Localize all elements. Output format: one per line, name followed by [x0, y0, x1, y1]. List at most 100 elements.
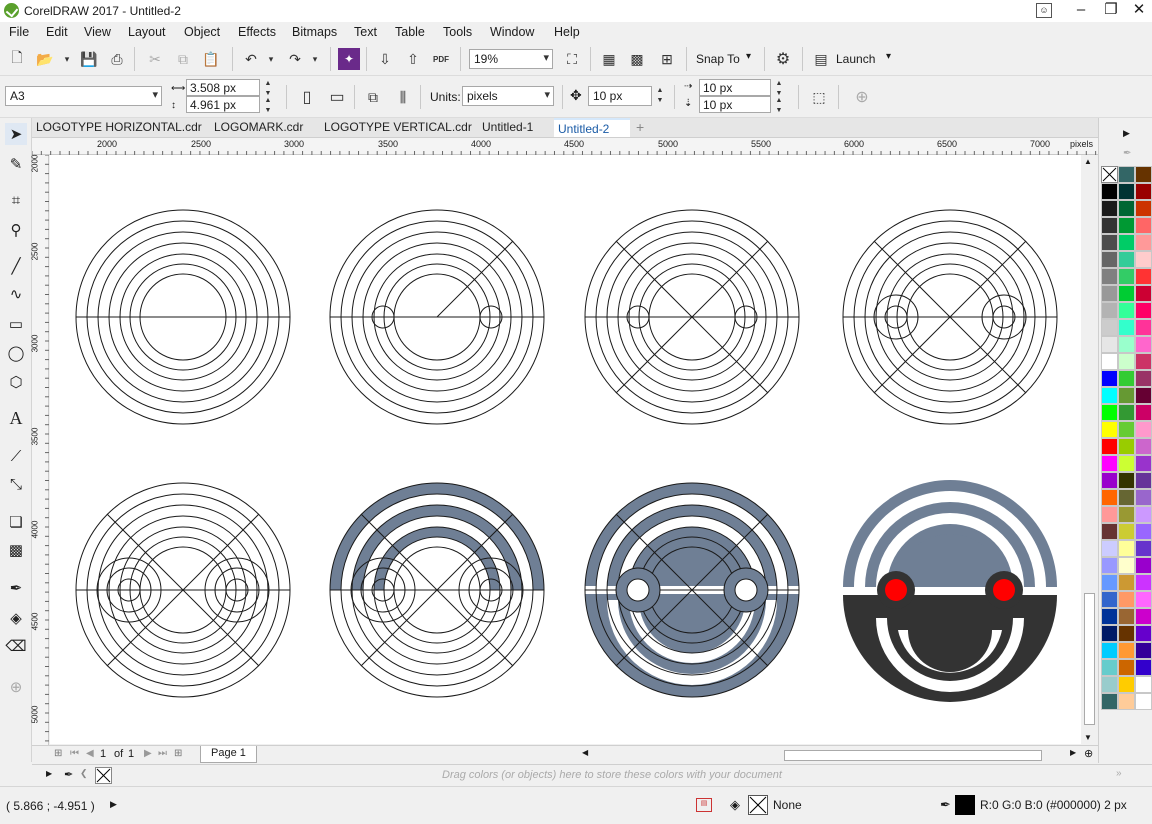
zoom-level-select[interactable]: 19% [469, 49, 553, 69]
color-swatch[interactable] [1118, 557, 1135, 574]
full-screen-icon[interactable]: ⛶ [561, 48, 583, 70]
color-swatch[interactable] [1118, 319, 1135, 336]
color-swatch[interactable] [1101, 523, 1118, 540]
doc-no-color-swatch[interactable] [95, 767, 112, 784]
menu-table[interactable]: Table [395, 25, 425, 39]
menu-text[interactable]: Text [354, 25, 377, 39]
open-icon[interactable]: 📂 [34, 48, 56, 70]
color-swatch[interactable] [1135, 523, 1152, 540]
color-swatch[interactable] [1101, 676, 1118, 693]
menu-view[interactable]: View [84, 25, 111, 39]
maximize-button[interactable]: ❐ [1096, 0, 1126, 22]
color-swatch[interactable] [1135, 336, 1152, 353]
text-tool-icon[interactable]: A [5, 407, 27, 429]
color-swatch[interactable] [1118, 166, 1135, 183]
close-button[interactable]: ✕ [1124, 0, 1152, 22]
logo-step-2[interactable] [329, 209, 545, 425]
scroll-up-icon[interactable]: ▲ [1084, 157, 1092, 166]
color-swatch[interactable] [1135, 642, 1152, 659]
color-swatch[interactable] [1135, 625, 1152, 642]
menu-effects[interactable]: Effects [238, 25, 276, 39]
color-swatch[interactable] [1118, 302, 1135, 319]
outline-swatch[interactable] [955, 795, 975, 815]
color-swatch[interactable] [1135, 200, 1152, 217]
import-icon[interactable]: ⇩ [374, 48, 396, 70]
nudge-distance-field[interactable]: 10 px [588, 86, 652, 106]
color-swatch[interactable] [1101, 217, 1118, 234]
menu-help[interactable]: Help [554, 25, 580, 39]
add-page-after-icon[interactable]: ⊞ [174, 748, 182, 759]
color-swatch[interactable] [1101, 387, 1118, 404]
logo-step-7[interactable] [584, 482, 800, 698]
color-swatch[interactable] [1135, 676, 1152, 693]
connector-tool-icon[interactable]: ⤡ [5, 473, 27, 495]
page-height-spinner[interactable]: ▲ ▼ [262, 96, 274, 114]
color-swatch[interactable] [1101, 540, 1118, 557]
cut-icon[interactable]: ✂ [144, 48, 166, 70]
logo-step-6[interactable] [329, 482, 545, 698]
color-swatch[interactable] [1135, 166, 1152, 183]
color-swatch[interactable] [1135, 574, 1152, 591]
color-swatch[interactable] [1135, 217, 1152, 234]
color-swatch[interactable] [1101, 438, 1118, 455]
color-swatch[interactable] [1135, 455, 1152, 472]
add-tool-icon[interactable]: ⊕ [5, 676, 27, 698]
pick-tool-icon[interactable]: ➤ [5, 123, 27, 145]
ellipse-tool-icon[interactable]: ◯ [5, 342, 27, 364]
color-swatch[interactable] [1135, 319, 1152, 336]
vertical-scrollbar[interactable]: ▲ ▼ [1081, 155, 1098, 744]
logo-step-1[interactable] [75, 209, 291, 425]
color-swatch[interactable] [1118, 523, 1135, 540]
color-swatch[interactable] [1135, 302, 1152, 319]
undo-icon[interactable]: ↶ [240, 48, 262, 70]
all-pages-icon[interactable]: ⧉ [362, 86, 384, 108]
color-swatch[interactable] [1118, 387, 1135, 404]
snap-to-dropdown-icon[interactable]: ▾ [746, 51, 751, 62]
color-swatch[interactable] [1135, 472, 1152, 489]
smart-fill-icon[interactable]: ⌫ [5, 635, 27, 657]
open-dropdown-icon[interactable]: ▾ [56, 48, 78, 70]
color-swatch[interactable] [1118, 472, 1135, 489]
color-swatch[interactable] [1118, 285, 1135, 302]
color-swatch[interactable] [1118, 540, 1135, 557]
color-swatch[interactable] [1101, 302, 1118, 319]
transparency-tool-icon[interactable]: ▩ [5, 539, 27, 561]
palette-flyout-icon[interactable]: ▶ [1123, 128, 1130, 139]
color-swatch[interactable] [1118, 200, 1135, 217]
menu-edit[interactable]: Edit [46, 25, 68, 39]
color-swatch[interactable] [1101, 251, 1118, 268]
doc-palette-back-icon[interactable]: ❮ [80, 768, 88, 779]
menu-tools[interactable]: Tools [443, 25, 472, 39]
color-swatch[interactable] [1118, 268, 1135, 285]
show-guidelines-icon[interactable]: ⊞ [656, 48, 678, 70]
color-swatch[interactable] [1101, 285, 1118, 302]
color-swatch[interactable] [1101, 353, 1118, 370]
tab-logotype-vertical[interactable]: LOGOTYPE VERTICAL.cdr [320, 118, 476, 137]
color-swatch[interactable] [1135, 387, 1152, 404]
color-swatch[interactable] [1101, 200, 1118, 217]
color-swatch[interactable] [1118, 421, 1135, 438]
color-swatch[interactable] [1118, 642, 1135, 659]
doc-palette-scroll-icon[interactable]: » [1116, 768, 1122, 779]
color-swatch[interactable] [1135, 557, 1152, 574]
options-gear-icon[interactable]: ⚙ [772, 48, 794, 70]
color-swatch[interactable] [1101, 591, 1118, 608]
color-swatch[interactable] [1101, 455, 1118, 472]
portrait-icon[interactable]: ▯ [296, 86, 318, 108]
color-swatch[interactable] [1101, 421, 1118, 438]
color-swatch[interactable] [1118, 370, 1135, 387]
snap-to-button[interactable]: Snap To [696, 52, 740, 66]
color-swatch[interactable] [1135, 285, 1152, 302]
color-swatch[interactable] [1118, 336, 1135, 353]
paste-icon[interactable]: 📋 [200, 48, 222, 70]
color-proof-icon[interactable]: ▤ [696, 798, 712, 812]
dimension-tool-icon[interactable]: ⟋ [5, 445, 27, 467]
color-swatch[interactable] [1135, 183, 1152, 200]
color-swatch[interactable] [1118, 438, 1135, 455]
export-icon[interactable]: ⇧ [402, 48, 424, 70]
color-swatch[interactable] [1135, 251, 1152, 268]
color-swatch[interactable] [1135, 353, 1152, 370]
color-swatch[interactable] [1101, 489, 1118, 506]
zoom-navigator-icon[interactable]: ⊕ [1084, 747, 1093, 760]
duplicate-y-field[interactable]: 10 px [699, 96, 771, 113]
